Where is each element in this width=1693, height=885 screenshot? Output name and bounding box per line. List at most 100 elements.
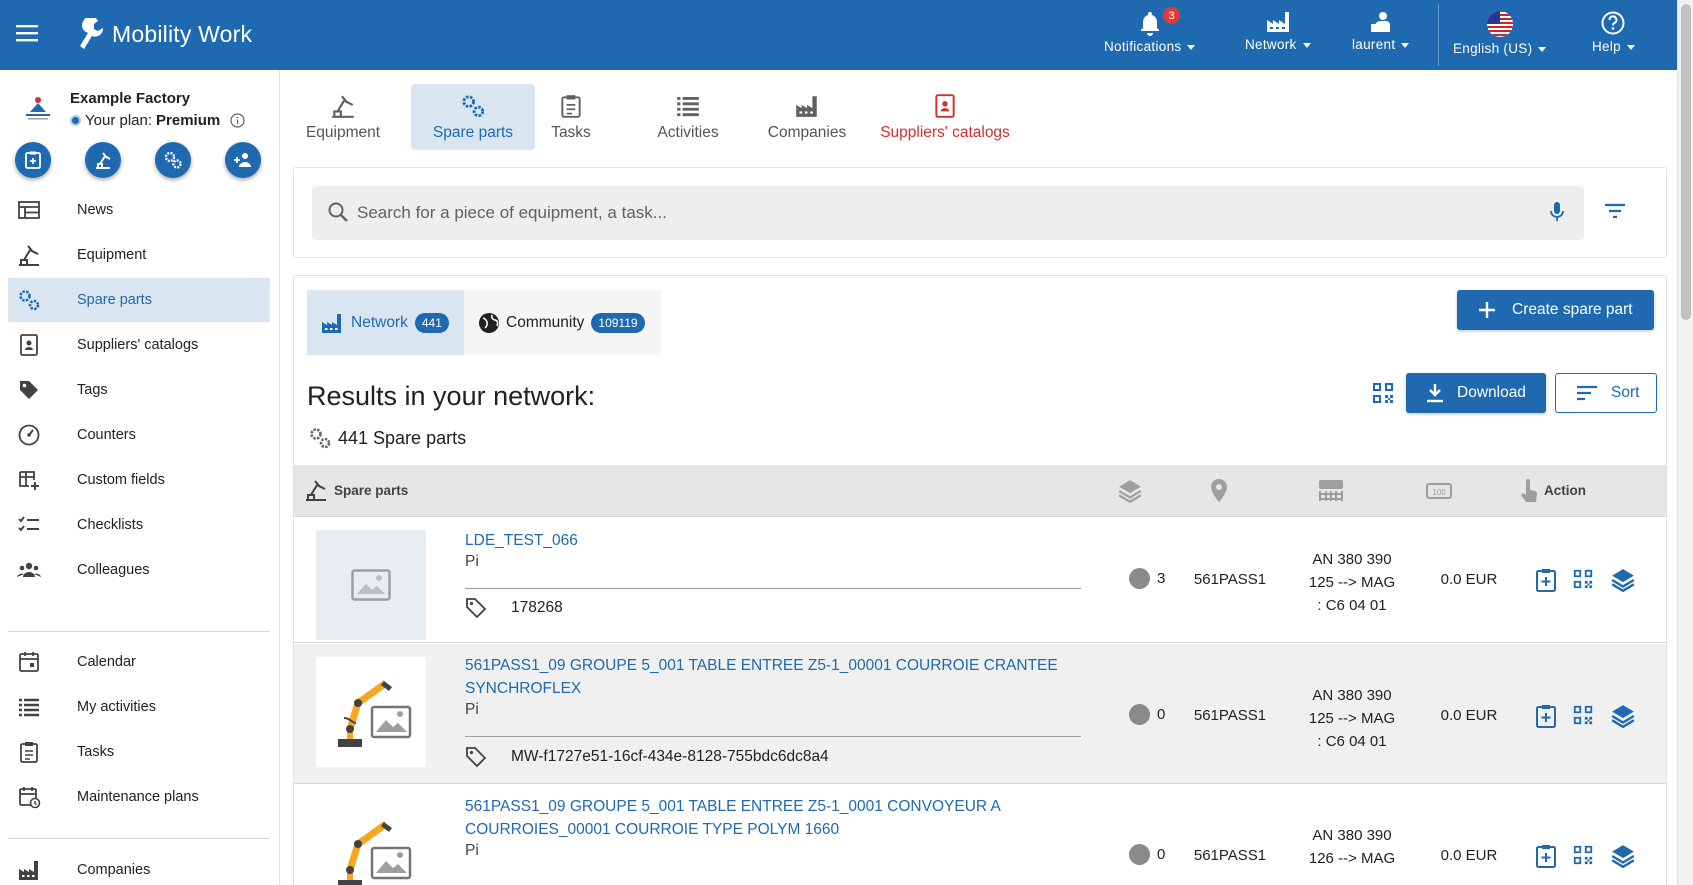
qr-code-icon[interactable] [1572,704,1598,730]
spare-part-title-link[interactable]: LDE_TEST_066 [465,529,1065,552]
menu-icon[interactable] [16,24,42,46]
stock-quantity: 0 [1129,704,1165,725]
sort-button[interactable]: Sort [1555,373,1657,413]
factory-logo[interactable] [18,88,58,128]
equipment-icon [330,93,356,119]
activities-icon [675,93,701,119]
sidebar-item-equipment[interactable]: Equipment [8,233,270,277]
notifications-menu[interactable]: 3 Notifications [1104,6,1195,54]
results-title: Results in your network: [307,381,596,411]
calendar-icon [17,650,41,674]
robot-arm-image [316,798,426,885]
spare-parts-icon [308,426,332,450]
help-icon [1600,10,1626,36]
sidebar-item-label: Tasks [77,744,115,760]
storage-reference-line: AN 380 390 [1312,551,1392,568]
search-input[interactable] [357,186,1517,240]
download-button[interactable]: Download [1406,373,1546,413]
network-menu[interactable]: Network [1245,10,1311,52]
language-menu[interactable]: English (US) [1453,10,1546,56]
sidebar-item-maintenance-plans[interactable]: Maintenance plans [8,775,270,819]
qr-code-icon[interactable] [1371,381,1395,405]
network-label: Network [1245,37,1311,52]
tab-companies[interactable]: Companies [751,84,863,150]
sidebar-item-my-activities[interactable]: My activities [8,685,270,729]
price-value: 0.0 EUR [1440,847,1498,864]
table-row: 561PASS1_09 GROUPE 5_001 TABLE ENTREE Z5… [294,785,1666,885]
quick-spare-parts-button[interactable] [155,142,191,178]
qr-code-icon[interactable] [1572,844,1598,870]
spare-part-title-link[interactable]: 561PASS1_09 GROUPE 5_001 TABLE ENTREE Z5… [465,795,1065,841]
quick-create-task-button[interactable] [15,142,51,178]
sidebar-item-news[interactable]: News [8,188,270,232]
tab-label: Tasks [551,123,591,141]
sidebar-item-calendar[interactable]: Calendar [8,640,270,684]
sidebar-item-label: Spare parts [77,292,152,308]
factory-icon [1265,10,1291,34]
network-scope-toggle[interactable]: Network 441 [307,290,464,355]
sidebar-divider [8,631,270,632]
spare-part-title-link[interactable]: 561PASS1_09 GROUPE 5_001 TABLE ENTREE Z5… [465,654,1065,700]
tab-tasks[interactable]: Tasks [543,84,599,150]
sort-icon [1576,385,1598,401]
tag-icon [17,378,41,402]
storage-reference-line: 126 --> MAG [1308,850,1396,867]
storage-reference-line: : C6 04 01 [1317,733,1387,750]
news-icon [17,198,41,222]
sidebar-item-counters[interactable]: Counters [8,413,270,457]
page-scrollbar[interactable] [1677,0,1693,885]
sidebar-item-colleagues[interactable]: Colleagues [8,548,270,592]
sidebar-item-label: Suppliers' catalogs [77,337,199,353]
sidebar-item-tasks[interactable]: Tasks [8,730,270,774]
sidebar-item-tags[interactable]: Tags [8,368,270,412]
community-scope-toggle[interactable]: Community 109119 [464,290,661,355]
user-menu[interactable]: laurent [1352,10,1409,52]
help-menu[interactable]: Help [1592,10,1635,54]
create-task-icon[interactable] [1534,703,1560,729]
results-count: 441 Spare parts [308,426,466,450]
scrollbar-thumb[interactable] [1681,4,1691,320]
sidebar-item-label: Calendar [77,654,136,670]
bell-icon [1138,10,1162,36]
download-label: Download [1457,384,1526,401]
search-card [293,167,1667,258]
tag-outline-icon [465,746,487,768]
stock-movement-icon[interactable] [1610,703,1636,729]
tag-row: MW-f1727e51-16cf-434e-8128-755bdc6dc8a4 [465,746,829,768]
quick-equipment-button[interactable] [85,142,121,178]
app-logo[interactable]: Mobility Work [76,18,252,50]
location-value: 561PASS1 [1193,571,1267,588]
sidebar-item-suppliers-catalogs[interactable]: Suppliers' catalogs [8,323,270,367]
sidebar-item-companies[interactable]: Companies [8,848,270,885]
tab-label: Suppliers' catalogs [880,123,1010,141]
tab-equipment[interactable]: Equipment [294,84,392,150]
stock-movement-icon[interactable] [1610,567,1636,593]
language-label: English (US) [1453,41,1546,56]
create-task-icon[interactable] [1534,843,1560,869]
qr-code-icon[interactable] [1572,568,1598,594]
quick-add-colleague-button[interactable] [225,142,261,178]
checklist-icon [17,513,41,537]
sidebar-divider [8,838,270,839]
sidebar-item-spare-parts[interactable]: Spare parts [8,278,270,322]
tab-activities[interactable]: Activities [639,84,737,150]
tab-spare-parts[interactable]: Spare parts [411,84,535,150]
filter-icon[interactable] [1604,202,1626,220]
microphone-icon[interactable] [1549,201,1565,223]
column-header-spare-parts: Spare parts [334,483,409,498]
info-icon[interactable] [230,113,245,128]
storage-reference: AN 380 390 126 --> MAG [1298,824,1406,870]
table-row: LDE_TEST_066 Pi 178268 3 561PASS1 AN 380… [294,517,1666,643]
sidebar-item-label: Colleagues [77,562,150,578]
stock-movement-icon[interactable] [1610,843,1636,869]
tab-suppliers-catalogs[interactable]: Suppliers' catalogs [874,84,1016,150]
user-label: laurent [1352,37,1409,52]
location-pin-icon [1207,478,1231,509]
create-task-icon[interactable] [1534,567,1560,593]
sidebar-item-custom-fields[interactable]: Custom fields [8,458,270,502]
sidebar-item-checklists[interactable]: Checklists [8,503,270,547]
sort-label: Sort [1611,384,1640,401]
create-spare-part-button[interactable]: Create spare part [1457,290,1654,330]
notifications-label: Notifications [1104,39,1195,54]
plan-name: Premium [156,112,221,129]
